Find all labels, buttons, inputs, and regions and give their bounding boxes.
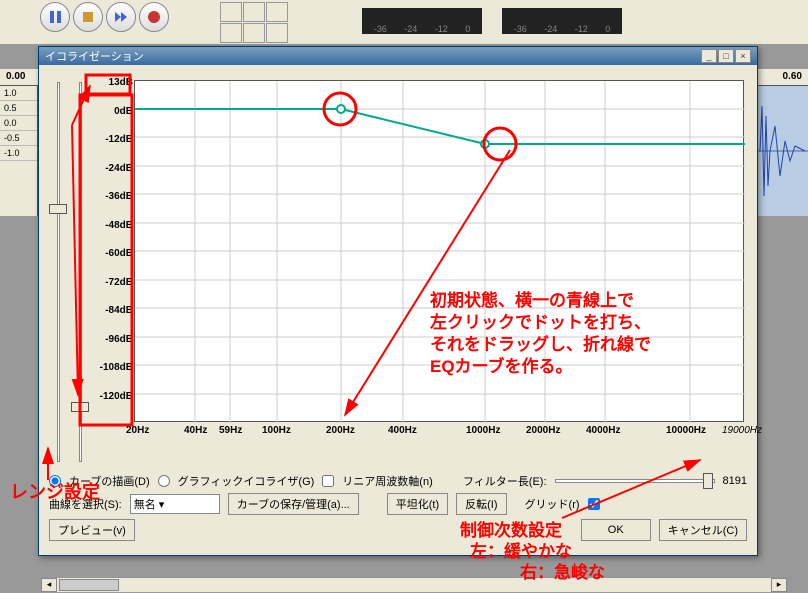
scroll-right-button[interactable]: ▸ <box>771 578 787 592</box>
skip-end-button[interactable] <box>106 2 136 32</box>
grid-label: グリッド(r) <box>525 496 580 512</box>
track-panel: 1.0 0.5 0.0 -0.5 -1.0 <box>0 86 38 216</box>
y-axis-labels: 13dB 0dB -12dB -24dB -36dB -48dB -60dB -… <box>91 77 133 419</box>
tool-button[interactable] <box>243 23 265 43</box>
db-min-slider[interactable] <box>69 82 91 462</box>
graphic-eq-radio[interactable] <box>158 475 170 487</box>
tool-button[interactable] <box>220 23 242 43</box>
tool-button[interactable] <box>266 23 288 43</box>
playback-meter: -36-24-120 <box>362 8 482 34</box>
horizontal-scrollbar[interactable]: ◂ ▸ <box>40 577 788 593</box>
curve-select-label: 曲線を選択(S): <box>49 496 122 512</box>
stop-button[interactable] <box>73 2 103 32</box>
filter-length-slider[interactable] <box>555 473 715 489</box>
maximize-button[interactable]: □ <box>718 49 734 63</box>
minimize-button[interactable]: _ <box>701 49 717 63</box>
eq-graph[interactable] <box>134 80 744 422</box>
save-manage-button[interactable]: カーブの保存/管理(a)... <box>228 493 359 515</box>
draw-curve-label: カーブの描画(D) <box>69 473 150 489</box>
eq-control-point[interactable] <box>481 140 489 148</box>
slider-thumb[interactable] <box>49 204 67 214</box>
slider-thumb[interactable] <box>703 473 713 489</box>
dialog-titlebar[interactable]: イコライゼーション _ □ × <box>39 47 757 65</box>
audacity-toolbar: -36-24-120 -36-24-120 <box>0 0 808 45</box>
filter-length-value: 8191 <box>723 475 747 487</box>
db-max-slider[interactable] <box>47 82 69 462</box>
filter-length-label: フィルター長(E): <box>463 473 547 489</box>
dialog-title: イコライゼーション <box>45 48 144 64</box>
close-button[interactable]: × <box>735 49 751 63</box>
draw-curve-radio[interactable] <box>49 475 61 487</box>
waveform-area[interactable] <box>755 86 808 216</box>
tool-button[interactable] <box>243 2 265 22</box>
scroll-left-button[interactable]: ◂ <box>41 578 57 592</box>
pause-button[interactable] <box>40 2 70 32</box>
tool-button[interactable] <box>220 2 242 22</box>
scrollbar-thumb[interactable] <box>59 579 119 591</box>
ok-button[interactable]: OK <box>581 519 651 541</box>
eq-curve[interactable] <box>135 109 745 144</box>
flatten-button[interactable]: 平坦化(t) <box>387 493 448 515</box>
record-button[interactable] <box>139 2 169 32</box>
curve-select-dropdown[interactable]: 無名 ▾ <box>130 494 220 514</box>
invert-button[interactable]: 反転(I) <box>456 493 506 515</box>
tool-button[interactable] <box>266 2 288 22</box>
grid-checkbox[interactable] <box>588 498 600 510</box>
graphic-eq-label: グラフィックイコライザ(G) <box>178 473 315 489</box>
eq-control-point[interactable] <box>337 105 345 113</box>
linear-freq-checkbox[interactable] <box>322 475 334 487</box>
preview-button[interactable]: プレビュー(v) <box>49 519 135 541</box>
linear-freq-label: リニア周波数軸(n) <box>342 473 432 489</box>
equalization-dialog: イコライゼーション _ □ × 13dB 0dB -12dB -24dB -36… <box>38 46 758 556</box>
cancel-button[interactable]: キャンセル(C) <box>659 519 747 541</box>
slider-thumb[interactable] <box>71 402 89 412</box>
record-meter: -36-24-120 <box>502 8 622 34</box>
